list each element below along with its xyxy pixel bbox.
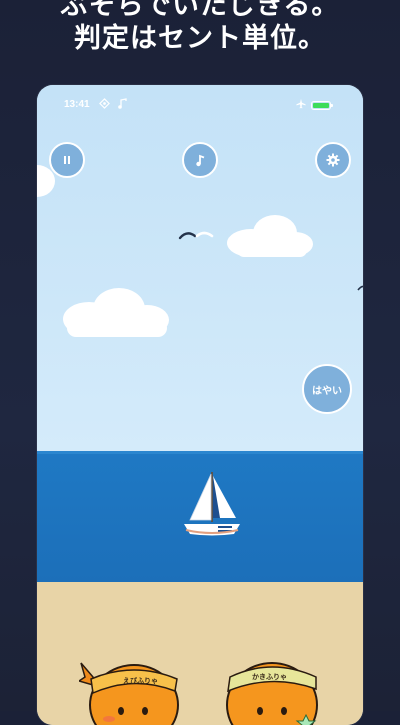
airplane-mode-icon bbox=[295, 98, 307, 112]
speed-button[interactable]: はやい bbox=[302, 364, 352, 414]
settings-button[interactable] bbox=[315, 142, 351, 178]
cloud-left-edge bbox=[37, 165, 55, 197]
speed-button-label: はやい bbox=[312, 385, 342, 397]
music-button[interactable] bbox=[182, 142, 218, 178]
horizon-line bbox=[37, 451, 363, 454]
music-note-status-icon bbox=[117, 98, 127, 112]
gear-icon bbox=[326, 153, 340, 167]
ebi-headband-label: えびふりゃ bbox=[123, 676, 158, 685]
orange-character-ebi: えびふりゃ bbox=[79, 662, 179, 725]
cloud-small bbox=[227, 215, 313, 257]
pause-icon bbox=[64, 156, 70, 164]
sailboat-icon bbox=[184, 472, 240, 536]
kaki-headband-label: かきふりゃ bbox=[252, 672, 287, 681]
bird-edge-icon bbox=[357, 285, 363, 291]
cloud-large bbox=[63, 288, 169, 337]
headline-line-2: 判定はセント単位。 bbox=[74, 23, 326, 54]
music-note-icon bbox=[196, 154, 205, 166]
battery-icon bbox=[311, 101, 333, 110]
status-time: 13:41 bbox=[64, 99, 90, 110]
orange-character-kaki: かきふりゃ bbox=[226, 662, 318, 725]
app-screen: 13:41 はやい えびふりゃ かきふりゃ bbox=[37, 85, 363, 725]
status-bar: 13:41 bbox=[37, 97, 363, 113]
focus-icon bbox=[99, 98, 110, 112]
seagull-icon bbox=[178, 231, 214, 240]
